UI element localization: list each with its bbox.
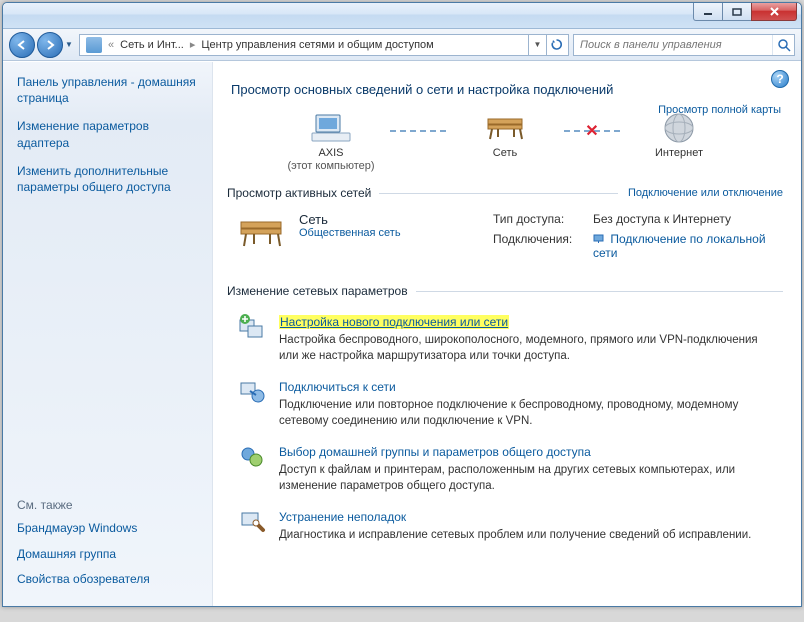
bench-icon bbox=[237, 212, 285, 252]
breadcrumb-seg-1[interactable]: Сеть и Инт... bbox=[116, 39, 188, 51]
lan-icon bbox=[593, 233, 604, 244]
options-list: Настройка нового подключения или сети На… bbox=[227, 306, 783, 551]
troubleshoot-icon bbox=[237, 508, 267, 536]
see-also-homegroup[interactable]: Домашняя группа bbox=[17, 546, 200, 562]
search-input[interactable] bbox=[574, 39, 772, 51]
see-also-heading: См. также bbox=[17, 498, 200, 512]
see-also-firewall[interactable]: Брандмауэр Windows bbox=[17, 520, 200, 536]
homegroup-icon bbox=[237, 443, 267, 471]
window-frame: ▼ « Сеть и Инт... ▸ Центр управления сет… bbox=[2, 2, 802, 607]
breadcrumb-arrow-icon: ▸ bbox=[188, 38, 198, 51]
page-title: Просмотр основных сведений о сети и наст… bbox=[231, 82, 783, 97]
minimize-button[interactable] bbox=[693, 3, 723, 21]
section-title: Изменение сетевых параметров bbox=[227, 284, 408, 298]
netmap-node-label: Сеть bbox=[493, 147, 517, 160]
close-button[interactable] bbox=[751, 3, 797, 21]
nav-history-dropdown[interactable]: ▼ bbox=[63, 32, 75, 58]
network-map: AXIS (этот компьютер) Сеть Интерне bbox=[227, 111, 783, 172]
maximize-button[interactable] bbox=[722, 3, 752, 21]
connections-label: Подключения: bbox=[493, 232, 593, 260]
access-type-label: Тип доступа: bbox=[493, 212, 593, 226]
window-controls bbox=[694, 3, 797, 21]
opt-title-link[interactable]: Выбор домашней группы и параметров общег… bbox=[279, 445, 591, 459]
forward-button[interactable] bbox=[37, 32, 63, 58]
opt-troubleshoot: Устранение неполадок Диагностика и испра… bbox=[227, 501, 783, 551]
address-dropdown[interactable]: ▼ bbox=[528, 35, 546, 55]
sidebar-link-home[interactable]: Панель управления - домашняя страница bbox=[17, 74, 200, 106]
opt-desc: Настройка беспроводного, широкополосного… bbox=[279, 333, 779, 364]
opt-desc: Доступ к файлам и принтерам, расположенн… bbox=[279, 463, 779, 494]
location-icon bbox=[86, 37, 102, 53]
connect-disconnect-link[interactable]: Подключение или отключение bbox=[628, 187, 783, 199]
bench-icon bbox=[484, 111, 526, 145]
nav-bar: ▼ « Сеть и Инт... ▸ Центр управления сет… bbox=[3, 29, 801, 61]
help-icon[interactable]: ? bbox=[771, 70, 789, 88]
opt-title-link[interactable]: Устранение неполадок bbox=[279, 510, 406, 524]
main-content: ? Просмотр основных сведений о сети и на… bbox=[213, 62, 801, 606]
opt-title-link[interactable]: Подключиться к сети bbox=[279, 380, 396, 394]
breadcrumb-seg-2[interactable]: Центр управления сетями и общим доступом bbox=[197, 39, 437, 51]
active-network-row: Сеть Общественная сеть Тип доступа: Без … bbox=[227, 208, 783, 270]
globe-icon bbox=[658, 111, 700, 145]
netmap-node-label: Интернет bbox=[655, 147, 703, 160]
access-type-value: Без доступа к Интернету bbox=[593, 212, 779, 226]
computer-icon bbox=[310, 111, 352, 145]
nav-arrows: ▼ bbox=[9, 32, 75, 58]
active-net-type-link[interactable]: Общественная сеть bbox=[299, 227, 479, 239]
see-also-section: См. также Брандмауэр Windows Домашняя гр… bbox=[17, 498, 200, 596]
netmap-link-1 bbox=[390, 130, 446, 132]
section-active-networks: Просмотр активных сетей Подключение или … bbox=[227, 186, 783, 200]
title-bar bbox=[3, 3, 801, 29]
connect-icon bbox=[237, 378, 267, 406]
section-change-settings: Изменение сетевых параметров bbox=[227, 284, 783, 298]
sidebar: Панель управления - домашняя страница Из… bbox=[3, 62, 213, 606]
see-also-internet-options[interactable]: Свойства обозревателя bbox=[17, 571, 200, 587]
back-button[interactable] bbox=[9, 32, 35, 58]
opt-setup-connection: Настройка нового подключения или сети На… bbox=[227, 306, 783, 371]
search-box bbox=[573, 34, 795, 56]
netmap-link-broken bbox=[564, 130, 620, 132]
sidebar-link-advanced-sharing[interactable]: Изменить дополнительные параметры общего… bbox=[17, 163, 200, 195]
opt-desc: Диагностика и исправление сетевых пробле… bbox=[279, 528, 751, 544]
connection-link[interactable]: Подключение по локальной сети bbox=[593, 232, 766, 260]
netmap-node-network: Сеть bbox=[450, 111, 560, 172]
view-full-map-link[interactable]: Просмотр полной карты bbox=[658, 104, 781, 116]
opt-title-link[interactable]: Настройка нового подключения или сети bbox=[279, 315, 509, 329]
active-net-name: Сеть bbox=[299, 212, 479, 227]
netmap-node-internet: Интернет bbox=[624, 111, 734, 172]
search-icon[interactable] bbox=[772, 35, 794, 55]
refresh-button[interactable] bbox=[546, 35, 566, 55]
client-area: Панель управления - домашняя страница Из… bbox=[3, 61, 801, 606]
opt-homegroup-sharing: Выбор домашней группы и параметров общег… bbox=[227, 436, 783, 501]
netmap-node-sublabel: (этот компьютер) bbox=[287, 160, 374, 172]
netmap-node-label: AXIS bbox=[318, 147, 343, 160]
section-title: Просмотр активных сетей bbox=[227, 186, 371, 200]
breadcrumb-sep-icon: « bbox=[106, 39, 116, 51]
plus-network-icon bbox=[237, 313, 267, 341]
opt-desc: Подключение или повторное подключение к … bbox=[279, 398, 779, 429]
sidebar-link-adapter-settings[interactable]: Изменение параметров адаптера bbox=[17, 118, 200, 150]
netmap-node-this-pc: AXIS (этот компьютер) bbox=[276, 111, 386, 172]
opt-connect-network: Подключиться к сети Подключение или повт… bbox=[227, 371, 783, 436]
address-bar[interactable]: « Сеть и Инт... ▸ Центр управления сетям… bbox=[79, 34, 569, 56]
